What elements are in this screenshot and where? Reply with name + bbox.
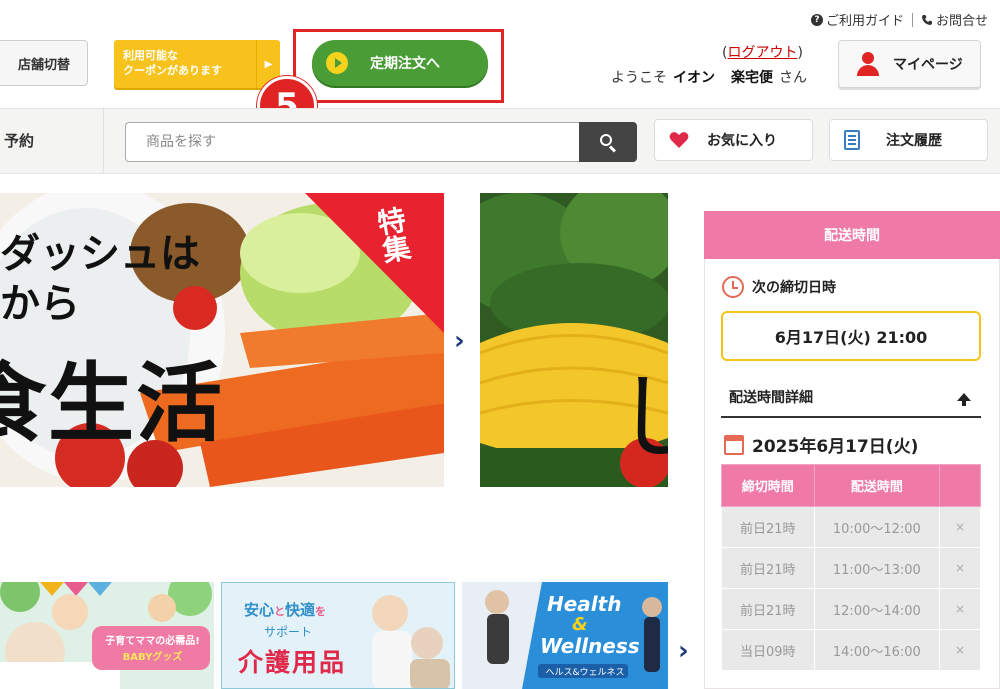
coupon-line2: クーポンがあります [123, 64, 222, 77]
care-goods-banner[interactable]: 安心 と 快適 を サポート 介護用品 [221, 582, 455, 689]
column-header [939, 464, 981, 507]
coupon-button[interactable]: 利用可能な クーポンがあります ▶ [114, 40, 280, 88]
care-line1c: 快適 [285, 601, 316, 619]
baby-goods-banner[interactable]: 子育てママの必需品! BABYグッズ [0, 582, 214, 689]
heart-icon [669, 132, 689, 148]
logout-paren-close: ) [797, 45, 803, 61]
guide-link[interactable]: ? ご利用ガイド [810, 10, 904, 29]
utility-divider [911, 12, 913, 27]
arrow-up-icon [957, 393, 971, 406]
availability-cell: × [939, 547, 981, 589]
care-line1b: と [274, 605, 286, 618]
cutoff-cell: 当日09時 [721, 629, 815, 671]
user-name-2: 楽宅便 [731, 70, 773, 86]
health-line1: Health [547, 592, 622, 616]
care-line1a: 安心 [244, 601, 275, 619]
feature-banner[interactable]: ダッシュは から 食生活 特集 [0, 193, 444, 487]
welcome-suffix: さん [779, 70, 807, 86]
cutoff-cell: 前日21時 [721, 588, 815, 630]
favorites-label: お気に入り [707, 133, 777, 149]
clock-icon [722, 276, 744, 298]
highlight-box [293, 29, 504, 103]
slot-cell: 12:00〜14:00 [813, 588, 941, 630]
cutoff-cell: 前日21時 [721, 547, 815, 589]
mypage-button[interactable]: マイページ [838, 40, 981, 88]
logout-wrapper: (ログアウト) [722, 42, 803, 62]
store-switch-button[interactable]: 店舗切替 [0, 40, 88, 86]
care-line2: サポート [264, 625, 313, 639]
table-row: 前日21時 12:00〜14:00 × [721, 588, 981, 630]
coupon-line1: 利用可能な [123, 49, 178, 62]
care-line3: 介護用品 [238, 648, 347, 677]
small-carousel-next-icon[interactable]: › [678, 636, 689, 666]
health-wellness-banner[interactable]: Health & Wellness ヘルス&ウェルネス [462, 582, 668, 689]
delivery-panel-title: 配送時間 [704, 211, 1000, 259]
delivery-detail-toggle[interactable]: 配送時間詳細 [721, 378, 981, 418]
search-bar [125, 122, 637, 162]
vegetable-banner[interactable]: し [480, 193, 668, 487]
guide-label: ご利用ガイド [825, 14, 904, 29]
banner-line3: 食生活 [0, 354, 224, 454]
baby-line1: 子育てママの必需品! [105, 636, 200, 647]
table-row: 前日21時 10:00〜12:00 × [721, 506, 981, 548]
search-button[interactable] [579, 122, 637, 162]
mypage-label: マイページ [893, 57, 963, 73]
contact-link[interactable]: お問合せ [921, 10, 988, 29]
store-switch-label: 店舗切替 [17, 57, 70, 73]
user-name: イオン [673, 70, 715, 86]
next-deadline-value: 6月17日(火) 21:00 [721, 311, 981, 361]
delivery-date-heading: 2025年6月17日(火) [724, 432, 918, 457]
slot-cell: 11:00〜13:00 [813, 547, 941, 589]
health-line4: ヘルス&ウェルネス [545, 668, 625, 678]
contact-label: お問合せ [935, 14, 988, 29]
delivery-slots-table: 締切時間 配送時間 前日21時 10:00〜12:00 × 前日21時 11:0… [721, 464, 981, 671]
banner2-char: し [616, 364, 668, 471]
cutoff-cell: 前日21時 [721, 506, 815, 548]
coupon-text: 利用可能な クーポンがあります [123, 48, 263, 78]
table-row: 当日09時 14:00〜16:00 × [721, 629, 981, 671]
phone-icon [921, 14, 932, 25]
list-icon [844, 130, 860, 150]
favorites-button[interactable]: お気に入り [654, 119, 813, 161]
column-header: 配送時間 [813, 464, 941, 507]
slot-cell: 14:00〜16:00 [813, 629, 941, 671]
delivery-detail-label: 配送時間詳細 [729, 390, 813, 406]
availability-cell: × [939, 506, 981, 548]
welcome-message: ようこそ イオン 楽宅便 さん [611, 67, 807, 87]
availability-cell: × [939, 588, 981, 630]
utility-links: ? ご利用ガイド お問合せ [810, 10, 988, 29]
welcome-prefix: ようこそ [611, 70, 667, 86]
next-deadline-heading: 次の締切日時 [722, 276, 836, 298]
column-header: 締切時間 [721, 464, 815, 507]
availability-cell: × [939, 629, 981, 671]
order-history-label: 注文履歴 [886, 133, 942, 149]
health-line2: & [572, 614, 588, 635]
nav-divider [103, 108, 104, 174]
table-row: 前日21時 11:00〜13:00 × [721, 547, 981, 589]
search-input[interactable] [125, 122, 579, 162]
banner-line2: から [0, 281, 80, 327]
next-deadline-label: 次の締切日時 [752, 280, 836, 296]
question-icon: ? [810, 13, 823, 26]
carousel-next-icon[interactable]: › [454, 326, 465, 356]
logout-link[interactable]: ログアウト [727, 45, 797, 61]
order-history-button[interactable]: 注文履歴 [829, 119, 988, 161]
reserve-nav-item[interactable]: 予約 [4, 130, 34, 151]
care-line1d: を [315, 605, 327, 618]
health-line3: Wellness [540, 634, 640, 658]
delivery-date: 2025年6月17日(火) [752, 437, 919, 457]
calendar-icon [724, 434, 744, 455]
baby-line2: BABYグッズ [122, 652, 183, 663]
care-line1: 安心 と 快適 を [244, 599, 326, 620]
slot-cell: 10:00〜12:00 [813, 506, 941, 548]
table-header-row: 締切時間 配送時間 [721, 464, 981, 507]
search-icon [600, 134, 617, 153]
person-icon [857, 52, 879, 76]
